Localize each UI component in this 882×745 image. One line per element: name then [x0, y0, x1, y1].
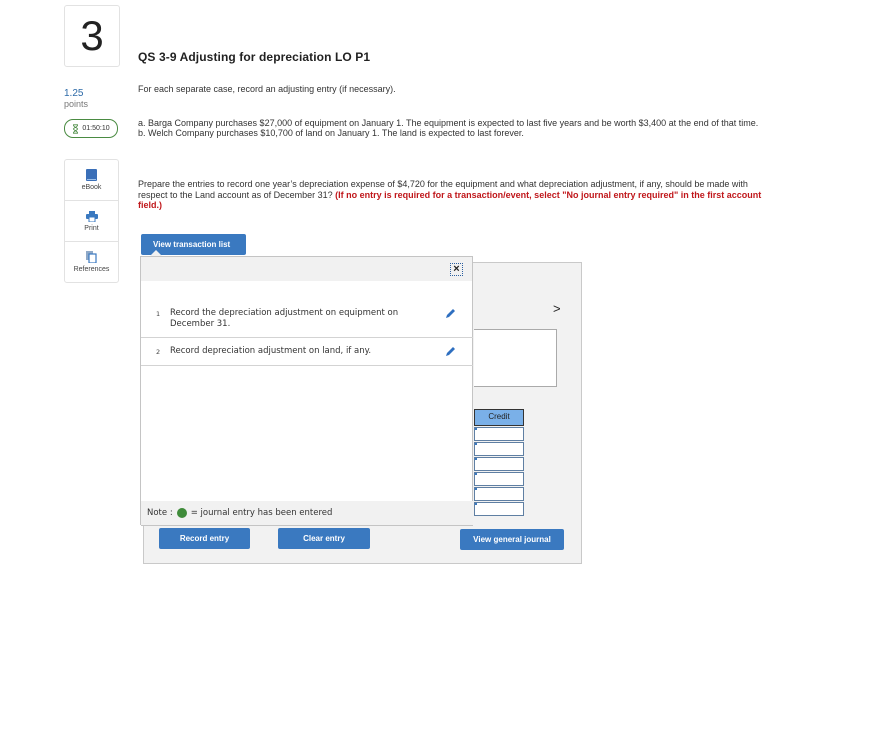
transaction-number: 1 — [156, 310, 161, 318]
hourglass-icon — [73, 123, 79, 134]
case-b: b. Welch Company purchases $10,700 of la… — [138, 128, 778, 138]
case-list: a. Barga Company purchases $27,000 of eq… — [138, 118, 778, 138]
instructions: Prepare the entries to record one year’s… — [138, 179, 768, 211]
next-arrow-icon[interactable]: > — [553, 301, 561, 316]
case-text: Welch Company purchases $10,700 of land … — [148, 128, 524, 138]
pencil-icon[interactable] — [445, 308, 456, 319]
credit-input[interactable] — [474, 442, 524, 456]
timer-text: 01:50:10 — [82, 125, 110, 132]
view-general-journal-button[interactable]: View general journal — [460, 529, 564, 550]
points-label: points — [64, 99, 89, 109]
question-intro: For each separate case, record an adjust… — [138, 84, 396, 94]
toolbox: eBook Print References — [64, 159, 119, 283]
record-entry-button[interactable]: Record entry — [159, 528, 250, 549]
credit-input[interactable] — [474, 472, 524, 486]
question-title: QS 3-9 Adjusting for depreciation LO P1 — [138, 50, 371, 64]
credit-input[interactable] — [474, 427, 524, 441]
note-text: = journal entry has been entered — [190, 508, 333, 518]
credit-input[interactable] — [474, 487, 524, 501]
note-prefix: Note : — [147, 508, 173, 518]
case-label: a. — [138, 118, 146, 128]
question-number: 3 — [64, 5, 120, 67]
worksheet-content-area — [474, 329, 557, 387]
book-icon — [86, 169, 97, 181]
print-button[interactable]: Print — [65, 201, 118, 242]
transaction-text: Record the depreciation adjustment on eq… — [170, 308, 399, 329]
transaction-item-2[interactable]: 2 Record depreciation adjustment on land… — [141, 338, 473, 366]
transaction-item-1[interactable]: 1 Record the depreciation adjustment on … — [141, 301, 473, 338]
references-button[interactable]: References — [65, 242, 118, 282]
transaction-number: 2 — [156, 348, 161, 356]
timer-badge: 01:50:10 — [64, 119, 118, 138]
close-icon[interactable]: × — [450, 263, 463, 276]
clear-entry-button[interactable]: Clear entry — [278, 528, 370, 549]
credit-column: Credit — [474, 409, 524, 516]
ebook-label: eBook — [81, 184, 102, 191]
credit-input[interactable] — [474, 457, 524, 471]
print-label: Print — [84, 224, 99, 232]
references-label: References — [73, 266, 110, 273]
entered-indicator-icon — [176, 508, 187, 518]
popup-header: × — [141, 257, 472, 281]
pencil-icon[interactable] — [445, 346, 456, 357]
case-a: a. Barga Company purchases $27,000 of eq… — [138, 118, 778, 128]
case-label: b. — [138, 128, 146, 138]
ebook-button[interactable]: eBook — [65, 160, 118, 201]
transaction-text: Record depreciation adjustment on land, … — [170, 346, 372, 356]
credit-input[interactable] — [474, 502, 524, 516]
note-bar: Note : = journal entry has been entered — [141, 501, 473, 526]
points-value: 1.25 — [64, 88, 84, 99]
references-icon — [86, 251, 97, 263]
printer-icon — [85, 210, 98, 222]
credit-header: Credit — [474, 409, 524, 426]
case-text: Barga Company purchases $27,000 of equip… — [148, 118, 759, 128]
transaction-list-popup: × 1 Record the depreciation adjustment o… — [140, 256, 473, 526]
